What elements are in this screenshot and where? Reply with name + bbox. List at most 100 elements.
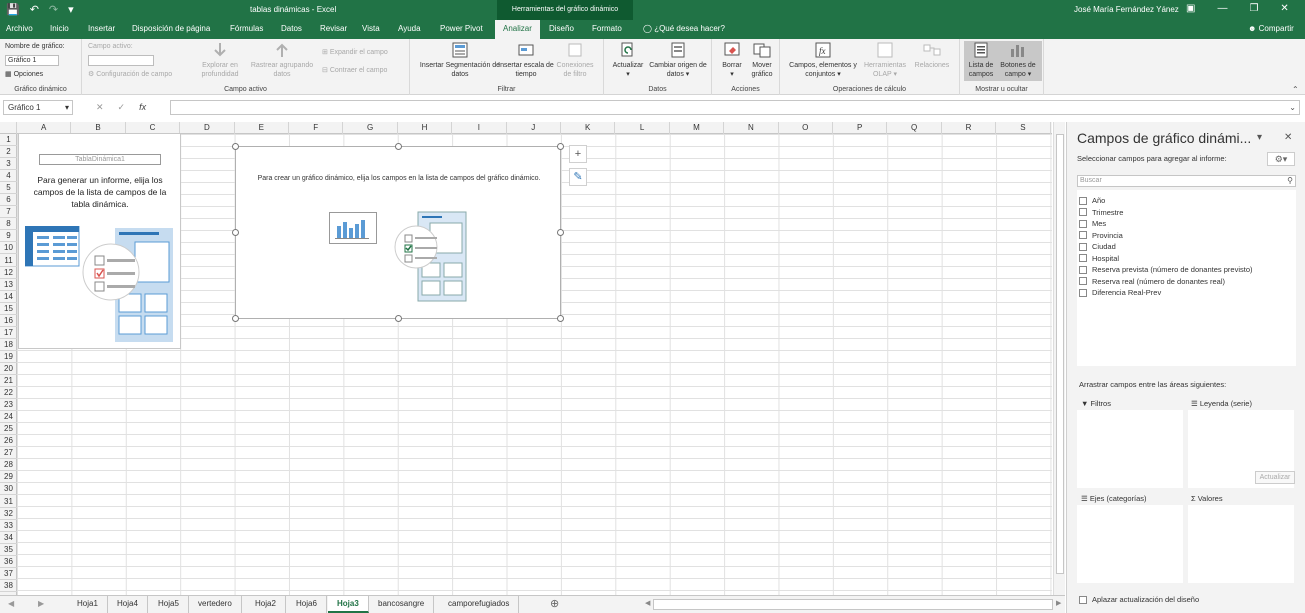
row-header-5[interactable]: 5 bbox=[0, 182, 17, 195]
vertical-scrollbar[interactable] bbox=[1053, 122, 1065, 595]
restore-icon[interactable]: ❐ bbox=[1249, 3, 1258, 14]
row-header-26[interactable]: 26 bbox=[0, 435, 17, 448]
row-header-23[interactable]: 23 bbox=[0, 399, 17, 412]
resize-handle-w[interactable] bbox=[232, 229, 239, 236]
row-header-2[interactable]: 2 bbox=[0, 146, 17, 159]
share-button[interactable]: ☻ Compartir bbox=[1248, 24, 1294, 33]
field-checkbox[interactable] bbox=[1079, 208, 1087, 216]
sheet-tab-hoja4[interactable]: Hoja4 bbox=[108, 596, 148, 613]
column-header-o[interactable]: O bbox=[779, 122, 833, 134]
field-item[interactable]: Hospital bbox=[1079, 254, 1119, 263]
save-icon[interactable]: 💾 bbox=[6, 3, 20, 16]
row-header-32[interactable]: 32 bbox=[0, 508, 17, 520]
field-item[interactable]: Trimestre bbox=[1079, 208, 1123, 217]
resize-handle-e[interactable] bbox=[557, 229, 564, 236]
column-header-n[interactable]: N bbox=[724, 122, 779, 134]
row-header-27[interactable]: 27 bbox=[0, 447, 17, 460]
tab-diseno[interactable]: Diseño bbox=[549, 24, 574, 33]
row-header-16[interactable]: 16 bbox=[0, 315, 17, 327]
field-checkbox[interactable] bbox=[1079, 254, 1087, 262]
row-header-13[interactable]: 13 bbox=[0, 279, 17, 291]
update-button[interactable]: Actualizar bbox=[1255, 471, 1295, 484]
column-header-k[interactable]: K bbox=[561, 122, 616, 134]
tab-formato[interactable]: Formato bbox=[592, 24, 622, 33]
drill-up-button[interactable]: Rastrear agrupando datos bbox=[246, 41, 318, 79]
field-checkbox[interactable] bbox=[1079, 196, 1087, 205]
row-header-20[interactable]: 20 bbox=[0, 363, 17, 375]
row-header-36[interactable]: 36 bbox=[0, 556, 17, 568]
field-item[interactable]: Mes bbox=[1079, 219, 1106, 228]
row-header-24[interactable]: 24 bbox=[0, 411, 17, 424]
move-chart-button[interactable]: Mover gráfico bbox=[746, 41, 778, 79]
row-header-12[interactable]: 12 bbox=[0, 267, 17, 279]
row-header-29[interactable]: 29 bbox=[0, 471, 17, 484]
sheet-tab-hoja6[interactable]: Hoja6 bbox=[287, 596, 327, 613]
olap-tools-button[interactable]: Herramientas OLAP ▾ bbox=[860, 41, 910, 79]
field-search-input[interactable]: Buscar ⚲ bbox=[1077, 175, 1296, 187]
row-header-15[interactable]: 15 bbox=[0, 303, 17, 315]
field-item[interactable]: Provincia bbox=[1079, 231, 1123, 240]
row-header-6[interactable]: 6 bbox=[0, 194, 17, 207]
column-header-r[interactable]: R bbox=[942, 122, 997, 134]
tab-inicio[interactable]: Inicio bbox=[50, 24, 69, 33]
filters-area[interactable] bbox=[1077, 410, 1183, 488]
change-source-button[interactable]: Cambiar origen de datos ▾ bbox=[648, 41, 708, 79]
field-item[interactable]: Reserva prevista (número de donantes pre… bbox=[1079, 265, 1253, 274]
field-item[interactable]: Año bbox=[1079, 196, 1105, 205]
row-header-18[interactable]: 18 bbox=[0, 339, 17, 351]
refresh-button[interactable]: Actualizar ▾ bbox=[608, 41, 648, 79]
column-header-q[interactable]: Q bbox=[887, 122, 942, 134]
field-item[interactable]: Diferencia Real-Prev bbox=[1079, 288, 1161, 297]
sheet-tab-bancosangre[interactable]: bancosangre bbox=[369, 596, 435, 613]
prev-sheet-icon[interactable]: ◀ bbox=[8, 599, 14, 608]
row-header-22[interactable]: 22 bbox=[0, 387, 17, 400]
axes-area[interactable] bbox=[1077, 505, 1183, 583]
row-header-10[interactable]: 10 bbox=[0, 242, 17, 255]
field-item[interactable]: Reserva real (número de donantes real) bbox=[1079, 277, 1225, 286]
undo-icon[interactable]: ↶ bbox=[30, 3, 39, 16]
chart-styles-button[interactable]: ✎ bbox=[569, 168, 587, 186]
resize-handle-s[interactable] bbox=[395, 315, 402, 322]
row-header-4[interactable]: 4 bbox=[0, 170, 17, 183]
row-header-21[interactable]: 21 bbox=[0, 375, 17, 387]
sheet-tab-hoja2[interactable]: Hoja2 bbox=[246, 596, 286, 613]
tab-analizar[interactable]: Analizar bbox=[495, 20, 540, 39]
tab-power-pivot[interactable]: Power Pivot bbox=[440, 24, 483, 33]
pane-close-icon[interactable]: ✕ bbox=[1284, 132, 1292, 143]
pivot-table-placeholder[interactable]: TablaDinámica1 Para generar un informe, … bbox=[18, 133, 181, 349]
column-header-p[interactable]: P bbox=[833, 122, 888, 134]
field-checkbox[interactable] bbox=[1079, 288, 1087, 297]
pivot-chart-placeholder[interactable]: Para crear un gráfico dinámico, elija lo… bbox=[235, 146, 561, 319]
row-header-33[interactable]: 33 bbox=[0, 520, 17, 532]
row-header-3[interactable]: 3 bbox=[0, 158, 17, 171]
vertical-scroll-thumb[interactable] bbox=[1056, 134, 1064, 574]
field-item[interactable]: Ciudad bbox=[1079, 242, 1116, 251]
name-box[interactable]: Gráfico 1 ▾ bbox=[3, 100, 73, 115]
row-header-8[interactable]: 8 bbox=[0, 218, 17, 231]
column-header-f[interactable]: F bbox=[289, 122, 344, 134]
row-header-30[interactable]: 30 bbox=[0, 483, 17, 496]
sheet-tab-camporefugiados[interactable]: camporefugiados bbox=[439, 596, 520, 613]
formula-input[interactable]: ⌄ bbox=[170, 100, 1300, 115]
field-checkbox[interactable] bbox=[1079, 219, 1087, 228]
ribbon-display-icon[interactable]: ▣ bbox=[1186, 3, 1195, 14]
row-header-38[interactable]: 38 bbox=[0, 580, 17, 592]
column-header-d[interactable]: D bbox=[180, 122, 235, 134]
row-header-28[interactable]: 28 bbox=[0, 459, 17, 472]
column-header-e[interactable]: E bbox=[235, 122, 289, 134]
values-area[interactable] bbox=[1188, 505, 1294, 583]
field-checkbox[interactable] bbox=[1079, 277, 1087, 285]
resize-handle-ne[interactable] bbox=[557, 143, 564, 150]
minimize-icon[interactable]: — bbox=[1217, 3, 1227, 14]
cancel-icon[interactable]: ✕ bbox=[96, 102, 104, 113]
field-buttons-button[interactable]: Botones de campo ▾ bbox=[996, 41, 1040, 79]
active-field-input[interactable] bbox=[88, 55, 154, 66]
checkbox[interactable] bbox=[1079, 595, 1087, 604]
resize-handle-se[interactable] bbox=[557, 315, 564, 322]
expand-formula-icon[interactable]: ⌄ bbox=[1289, 103, 1296, 112]
row-header-9[interactable]: 9 bbox=[0, 230, 17, 243]
tab-datos[interactable]: Datos bbox=[281, 24, 302, 33]
row-header-7[interactable]: 7 bbox=[0, 206, 17, 219]
field-checkbox[interactable] bbox=[1079, 231, 1087, 239]
add-sheet-icon[interactable]: ⊕ bbox=[550, 597, 559, 610]
